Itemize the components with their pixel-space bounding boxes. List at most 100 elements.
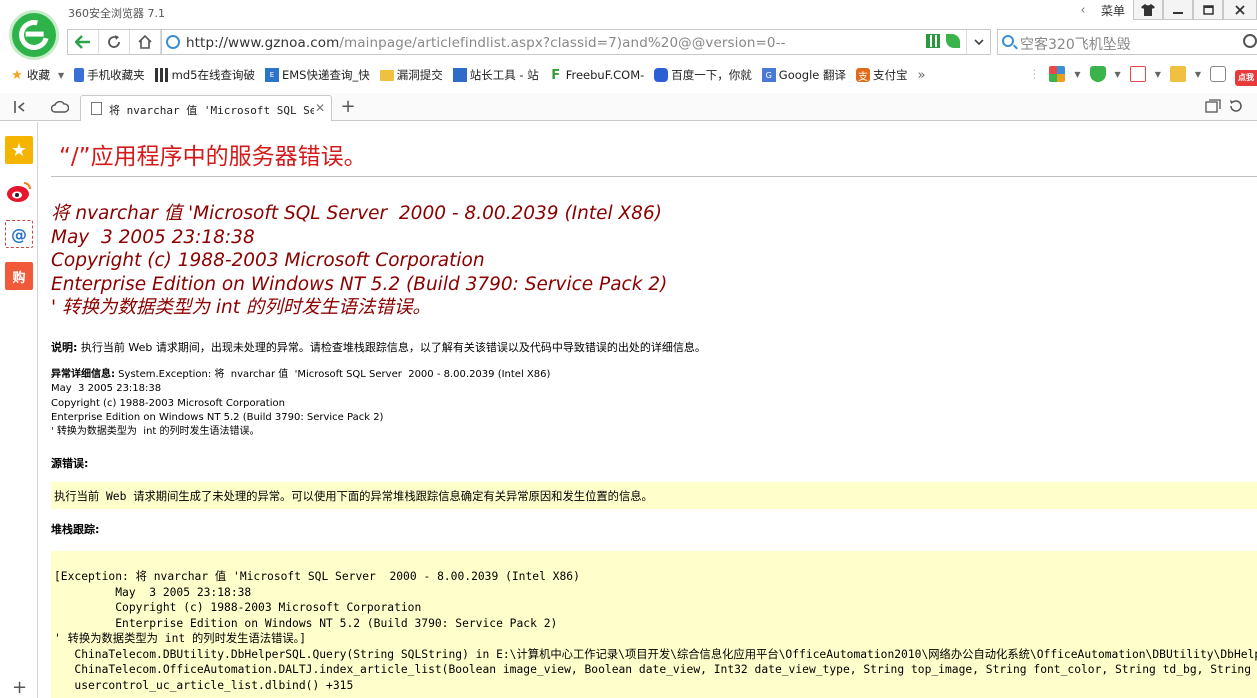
error-line: 将 nvarchar 值 'Microsoft SQL Server 2000 … [51,203,668,224]
close-tab-icon[interactable]: ✕ [315,101,325,115]
title-bar: 360安全浏览器 7.1 ‹ 菜单 [0,0,1257,24]
double-chevron-right-icon[interactable]: » [918,68,926,83]
globe-icon [166,35,180,49]
back-arrow-icon [75,35,90,49]
favorite-label: EMS快递查询_快 [281,68,370,82]
home-button[interactable] [130,30,161,54]
speed-mode-icon[interactable] [946,34,960,48]
shopping-bag-icon: 购 [12,270,26,286]
shield-icon[interactable] [1089,66,1106,82]
tab-label: 将 nvarchar 值 'Microsoft SQL Ser [109,104,314,117]
caret-down-icon[interactable]: ▼ [1074,70,1080,79]
maximize-button[interactable] [1193,0,1223,20]
mail-at-icon: @ [11,224,27,244]
source-error-text: 执行当前 Web 请求期间生成了未处理的异常。可以使用下面的异常堆栈跟踪信息确定… [54,490,653,503]
baidu-paw-icon [654,68,669,82]
caret-down-icon[interactable]: ▼ [1195,70,1201,79]
chevron-down-icon [973,38,984,45]
alipay-icon: 支 [856,68,870,83]
freebuf-icon: F [551,67,561,83]
favorite-label: 漏洞提交 [396,68,443,82]
tab-tools [1205,99,1243,113]
stack-line: ChinaTelecom.OfficeAutomation.DALTJ.inde… [54,663,1252,676]
source-label: 源错误: [51,457,89,470]
error-message: 将 nvarchar 值 'Microsoft SQL Server 2000 … [51,202,668,320]
menu-button[interactable]: 菜单 [1093,2,1133,19]
favorite-item-alipay[interactable]: 支 支付宝 [856,67,908,83]
error-line: ' 转换为数据类型为 int 的列时发生语法错误。 [51,297,431,318]
caret-down-icon[interactable]: ▼ [1115,70,1121,79]
exception-line: Enterprise Edition on Windows NT 5.2 (Bu… [51,411,384,423]
minimize-icon [1173,11,1183,14]
sidebar-add-button[interactable]: + [12,677,27,698]
home-icon [138,35,152,49]
exception-label: 异常详细信息: [51,369,115,380]
page-content: “/”应用程序中的服务器错误。 将 nvarchar 值 'Microsoft … [39,122,1257,698]
stack-label: 堆栈跟踪: [51,523,100,536]
favorite-item-ems[interactable]: E EMS快递查询_快 [264,67,370,83]
screenshot-icon[interactable] [1210,66,1226,82]
skin-button[interactable] [1133,0,1163,20]
new-tab-button[interactable]: + [338,97,358,117]
favorite-item-vuln[interactable]: 漏洞提交 [379,67,443,83]
adblock-icon[interactable] [1129,66,1146,82]
stack-line: Enterprise Edition on Windows NT 5.2 (Bu… [54,616,558,630]
refresh-button[interactable] [99,30,130,54]
caret-down-icon[interactable]: ▼ [1155,70,1161,79]
favorite-item-baidu[interactable]: 百度一下，你就 [654,67,752,83]
favorite-item-freebuf[interactable]: F FreebuF.COM- [549,67,645,83]
favorite-label: 收藏 [27,68,50,82]
favorite-label: FreebuF.COM- [565,68,645,82]
url-dropdown-button[interactable] [966,30,990,54]
weibo-icon [7,182,31,202]
game-icon[interactable] [1169,66,1186,82]
exception-line: ' 转换为数据类型为 int 的列时发生语法错误。 [51,426,260,438]
favorite-item-webmaster[interactable]: 站长工具 - 站 [452,67,539,83]
sidebar-favorites-button[interactable]: ★ [5,136,33,164]
favorite-item-collect[interactable]: ★ 收藏 ▼ [10,67,64,83]
url-text[interactable]: http://www.gznoa.com/mainpage/articlefin… [186,35,786,51]
tab-list-icon[interactable] [1205,99,1221,113]
search-input[interactable]: 空客320飞机坠毁 [1020,34,1131,54]
ems-icon: E [264,68,279,82]
stack-trace-heading: 堆栈跟踪: [51,521,99,537]
stack-line: ' 转换为数据类型为 int 的列时发生语法错误。] [54,632,307,645]
cloud-icon [51,101,69,113]
favorite-label: 站长工具 - 站 [469,68,539,82]
active-tab[interactable]: 将 nvarchar 值 'Microsoft SQL Ser ✕ [80,95,332,121]
favorite-item-md5[interactable]: md5在线查询破 [154,67,255,83]
folder-icon [379,69,394,81]
close-icon [1235,4,1245,15]
phone-icon [74,68,85,82]
window-controls: ‹ 菜单 [1073,0,1257,20]
description-label: 说明: [51,341,78,354]
favorite-item-google-translate[interactable]: G Google 翻译 [761,67,846,83]
apps-icon[interactable] [1049,66,1066,82]
stack-line: usercontrol_uc_article_list.dlbind() +31… [54,678,354,692]
exception-line: Copyright (c) 1988-2003 Microsoft Corpor… [51,397,285,409]
sidebar-toggle-button[interactable] [8,98,32,116]
search-box[interactable]: 空客320飞机坠毁 [997,29,1257,55]
favorite-label: 支付宝 [873,68,908,82]
sidebar-mail-button[interactable]: @ [5,220,33,248]
cloud-sync-button[interactable] [48,98,72,116]
favorite-item-mobile[interactable]: 手机收藏夹 [74,67,145,83]
source-error-heading: 源错误: [51,455,88,471]
minimize-button[interactable] [1163,0,1193,20]
divider [51,176,1257,177]
chevron-left-icon[interactable]: ‹ [1073,3,1093,18]
close-window-button[interactable] [1223,0,1257,20]
star-icon: ★ [10,139,28,161]
search-go-icon[interactable] [1243,34,1257,48]
restore-tab-icon[interactable] [1229,99,1243,113]
qr-code-icon[interactable] [926,34,940,48]
favorite-label: 百度一下，你就 [671,68,752,82]
chart-icon [452,68,467,82]
click-me-badge[interactable]: 点我 [1235,70,1257,86]
favorites-bar: ★ 收藏 ▼ 手机收藏夹 md5在线查询破 E EMS快递查询_快 漏洞提交 站… [0,62,1257,88]
sidebar-shopping-button[interactable]: 购 [5,262,33,290]
back-button[interactable] [68,30,99,54]
sidebar-weibo-button[interactable] [5,178,33,206]
nav-buttons [67,29,161,55]
address-bar[interactable]: http://www.gznoa.com/mainpage/articlefin… [161,29,991,55]
